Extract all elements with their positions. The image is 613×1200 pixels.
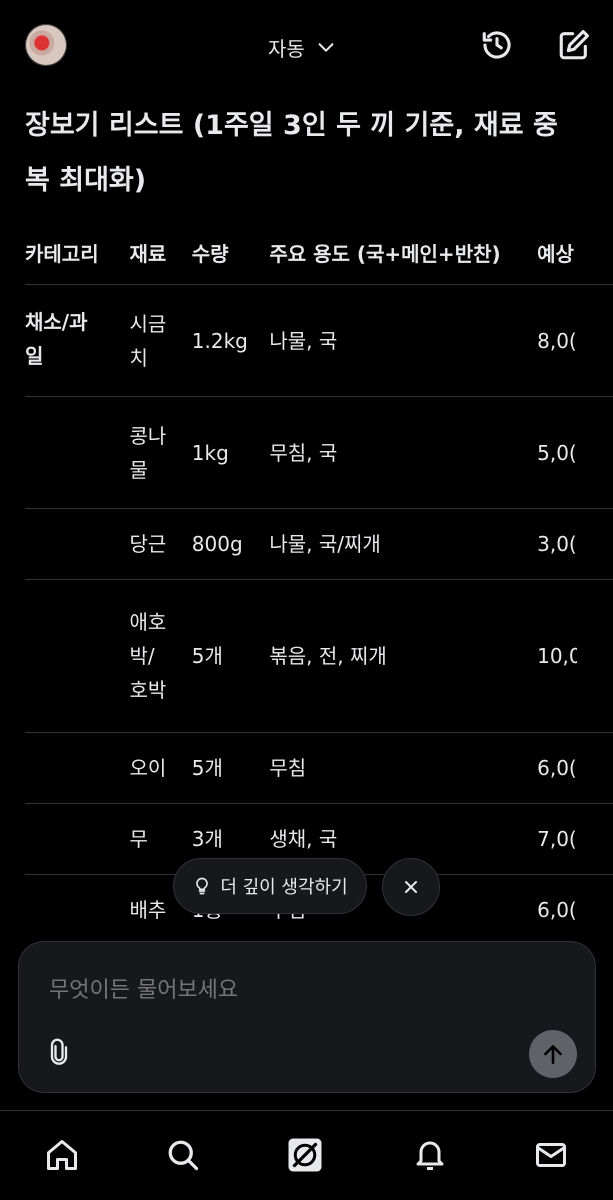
nav-grok[interactable] — [285, 1135, 325, 1175]
arrow-up-icon — [544, 1045, 562, 1064]
cell-category — [25, 396, 130, 509]
cell-price: 5,0( — [537, 396, 613, 509]
cell-qty: 5개 — [191, 579, 270, 733]
cell-item: 시금 치 — [129, 284, 192, 397]
cell-category: 채소/과 일 — [25, 284, 130, 397]
nav-notifications[interactable] — [410, 1135, 450, 1175]
prompt-input[interactable] — [49, 978, 509, 1003]
response-content[interactable]: 장보기 리스트 (1주일 3인 두 끼 기준, 재료 중 복 최대화) 카테고리… — [0, 92, 613, 942]
table-row: 오이 5개 무침 6,0( — [25, 732, 613, 804]
mode-selector[interactable]: 자동 — [268, 33, 337, 61]
shopping-table: 카테고리 재료 수량 주요 용도 (국+메인+반찬) 예상 채소/과 일 시금 치 … — [25, 220, 613, 942]
nav-search[interactable] — [163, 1135, 203, 1175]
header-qty: 수량 — [191, 241, 229, 266]
think-deeper-chip[interactable]: 더 깊이 생각하기 — [173, 858, 367, 914]
compose-icon — [559, 29, 590, 60]
title-line-1: 장보기 리스트 (1주일 3인 두 끼 기준, 재료 중 — [25, 110, 558, 141]
history-button[interactable] — [479, 27, 515, 63]
paperclip-icon — [50, 1038, 68, 1065]
search-icon — [168, 1140, 199, 1171]
title-line-2: 복 최대화) — [25, 165, 147, 196]
table-row: 당근 800g 나물, 국/찌개 3,0( — [25, 508, 613, 580]
cell-category — [25, 508, 130, 580]
home-icon — [47, 1140, 77, 1170]
table-row: 애호 박/호박 5개 볶음, 전, 찌개 10,0 — [25, 579, 613, 733]
top-bar: 자동 — [0, 0, 613, 92]
response-title: 장보기 리스트 (1주일 3인 두 끼 기준, 재료 중 복 최대화) — [25, 98, 585, 208]
mode-label: 자동 — [268, 36, 305, 61]
send-button[interactable] — [529, 1030, 577, 1078]
table-row: 채소/과 일 시금 치 1.2kg 나물, 국 8,0( — [25, 284, 613, 397]
bottom-nav — [0, 1110, 613, 1200]
header-category: 카테고리 — [25, 241, 99, 266]
grok-icon — [288, 1138, 322, 1172]
notifications-icon — [416, 1141, 444, 1170]
close-chip-button[interactable] — [382, 858, 440, 916]
cell-use: 볶음, 전, 찌개 — [269, 579, 538, 733]
header-item: 재료 — [129, 241, 167, 266]
cell-category — [25, 732, 130, 804]
cell-category — [25, 803, 130, 875]
compose-button[interactable] — [556, 27, 592, 63]
attach-button[interactable] — [45, 1038, 73, 1066]
think-deeper-label: 더 깊이 생각하기 — [220, 877, 348, 898]
chevron-down-icon — [318, 43, 334, 52]
cell-price: 6,0( — [537, 874, 613, 942]
cell-item: 당근 — [129, 508, 192, 580]
cell-use: 나물, 국 — [269, 284, 538, 397]
nav-home[interactable] — [42, 1135, 82, 1175]
table-header-row: 카테고리 재료 수량 주요 용도 (국+메인+반찬) 예상 — [25, 220, 613, 285]
cell-price: 6,0( — [537, 732, 613, 804]
cell-item: 콩나 물 — [129, 396, 192, 509]
cell-qty: 1.2kg — [191, 284, 270, 397]
cell-qty: 1kg — [191, 396, 270, 509]
cell-price: 10,0 — [537, 579, 613, 733]
header-price: 예상 — [537, 241, 574, 266]
header-use: 주요 용도 (국+메인+반찬) — [269, 241, 501, 266]
lightbulb-icon — [196, 877, 209, 895]
cell-qty: 5개 — [191, 732, 270, 804]
cell-use: 나물, 국/찌개 — [269, 508, 538, 580]
cell-item: 애호 박/호박 — [129, 579, 192, 733]
messages-icon — [536, 1143, 566, 1167]
table-row: 콩나 물 1kg 무침, 국 5,0( — [25, 396, 613, 509]
cell-category — [25, 579, 130, 733]
cell-category — [25, 874, 130, 942]
cell-qty: 800g — [191, 508, 270, 580]
close-icon — [405, 881, 417, 893]
avatar[interactable] — [25, 24, 67, 66]
cell-price: 7,0( — [537, 803, 613, 875]
cell-use: 무침, 국 — [269, 396, 538, 509]
history-icon — [482, 31, 511, 59]
cell-item: 오이 — [129, 732, 192, 804]
cell-price: 3,0( — [537, 508, 613, 580]
composer — [18, 941, 596, 1093]
cell-price: 8,0( — [537, 284, 613, 397]
nav-messages[interactable] — [531, 1135, 571, 1175]
cell-use: 무침 — [269, 732, 538, 804]
